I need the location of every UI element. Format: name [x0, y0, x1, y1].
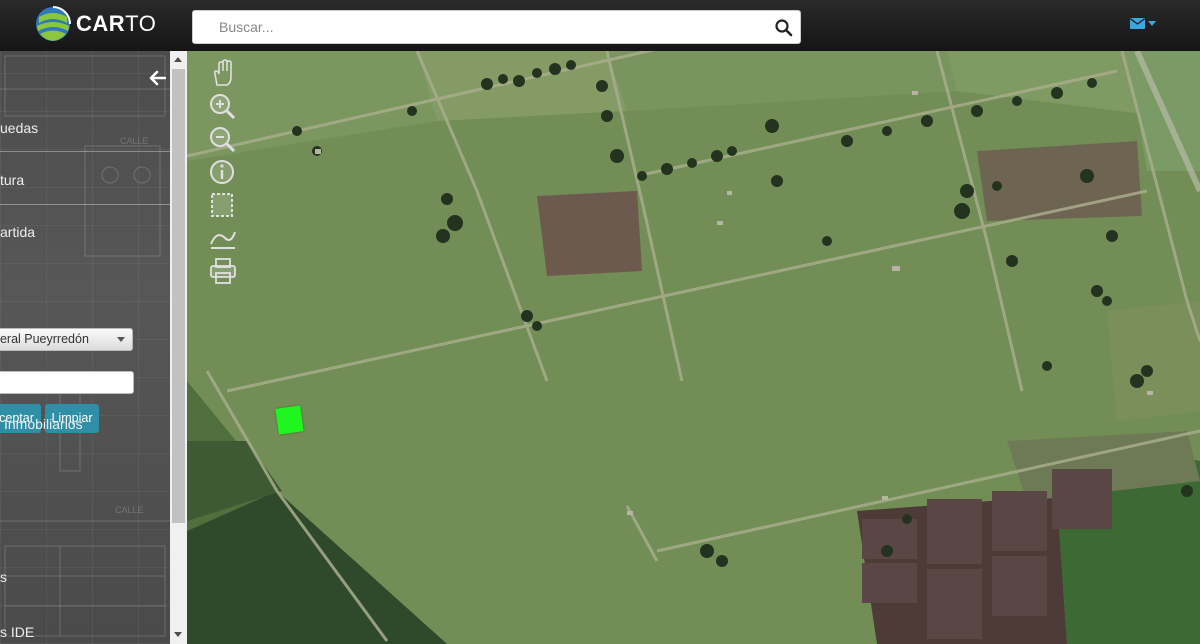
chevron-down-icon: [1148, 21, 1156, 26]
divider: [0, 204, 170, 205]
envelope-icon: [1130, 18, 1145, 29]
globe-logo-icon: [36, 6, 71, 41]
messages-menu[interactable]: [1130, 18, 1156, 29]
sidebar: CALLE CALLE uedas tura artida neral Puey…: [0, 51, 170, 644]
measure-icon[interactable]: [207, 224, 239, 252]
sidebar-item-nomenclatura[interactable]: tura: [0, 172, 24, 188]
logo-text-bold: CAR: [76, 11, 126, 36]
scroll-up-arrow-icon[interactable]: [174, 57, 182, 62]
partido-select-value: neral Pueyrredón: [0, 332, 89, 346]
sidebar-item-busquedas[interactable]: uedas: [0, 120, 38, 136]
arrow-left-icon[interactable]: [149, 70, 166, 86]
chevron-down-icon: [117, 337, 125, 342]
search-box: [192, 10, 801, 44]
scroll-down-arrow-icon[interactable]: [174, 632, 182, 637]
svg-text:CALLE: CALLE: [120, 136, 149, 146]
search-input[interactable]: [193, 11, 763, 43]
sidebar-scrollbar[interactable]: [170, 51, 187, 644]
pan-hand-icon[interactable]: [207, 59, 239, 87]
top-bar: CARTO: [0, 0, 1200, 51]
sidebar-item-inmobiliarios[interactable]: Inmobiliarios: [4, 416, 83, 432]
svg-text:CALLE: CALLE: [115, 505, 144, 515]
map-view[interactable]: [187, 51, 1200, 644]
logo-text: CARTO: [76, 11, 156, 37]
partida-input[interactable]: [0, 371, 134, 394]
select-rectangle-icon[interactable]: [207, 191, 239, 219]
scroll-thumb[interactable]: [172, 69, 185, 523]
satellite-imagery: [187, 51, 1200, 644]
logo-text-light: TO: [125, 11, 157, 36]
print-icon[interactable]: [207, 257, 239, 285]
sidebar-item-servicios-ide[interactable]: s IDE: [0, 624, 34, 640]
zoom-in-icon[interactable]: [207, 92, 239, 120]
zoom-out-icon[interactable]: [207, 125, 239, 153]
info-icon[interactable]: [207, 158, 239, 186]
search-icon[interactable]: [774, 18, 794, 38]
sidebar-item-partida[interactable]: artida: [0, 224, 35, 240]
carto-logo[interactable]: CARTO: [34, 5, 156, 43]
selected-parcel-highlight[interactable]: [275, 405, 304, 435]
divider: [0, 151, 170, 152]
sidebar-item-capas[interactable]: s: [0, 569, 7, 585]
partido-select[interactable]: neral Pueyrredón: [0, 328, 133, 351]
